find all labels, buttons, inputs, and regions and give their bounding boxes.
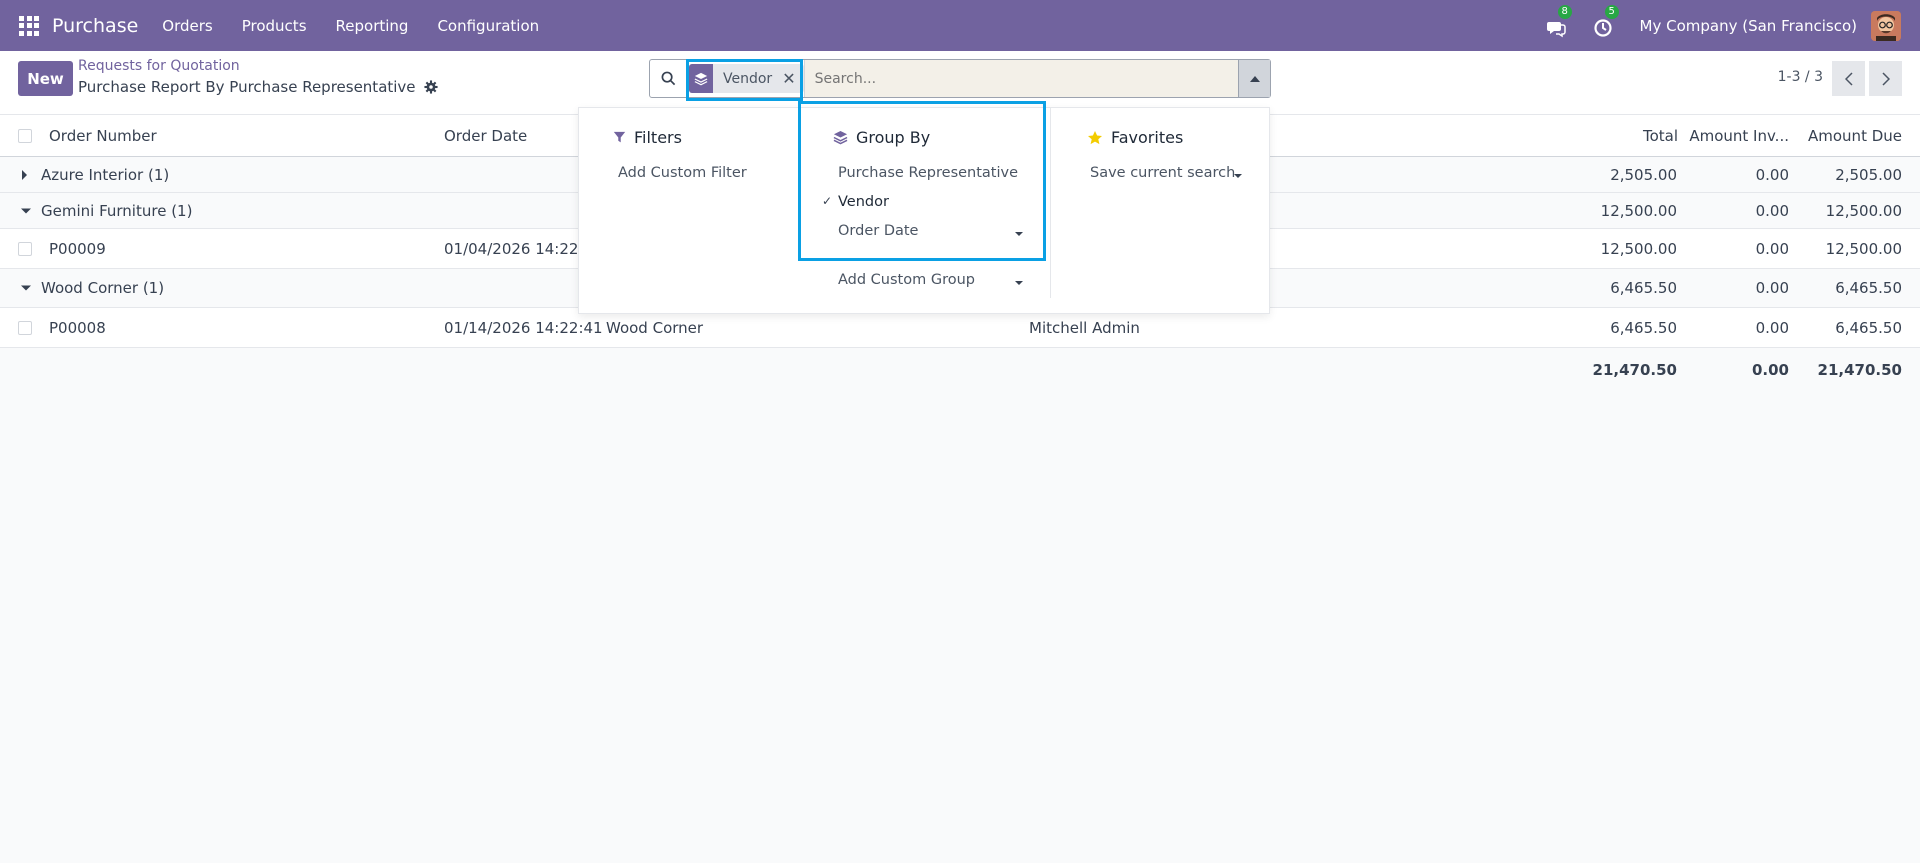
caret-right-icon (22, 169, 27, 180)
company-switcher[interactable]: My Company (San Francisco) (1640, 17, 1857, 35)
column-divider (1050, 108, 1051, 298)
table-row[interactable]: P00008 01/14/2026 14:22:41 Wood Corner M… (0, 308, 1920, 348)
group-due: 6,465.50 (1835, 279, 1902, 297)
sum-due: 21,470.50 (1817, 361, 1902, 379)
new-button[interactable]: New (18, 61, 73, 96)
group-total: 6,465.50 (1610, 279, 1677, 297)
group-invoiced: 0.00 (1755, 279, 1789, 297)
top-navbar: Purchase Orders Products Reporting Confi… (0, 0, 1920, 51)
chevron-right-icon (1881, 71, 1890, 86)
menu-products[interactable]: Products (242, 17, 307, 35)
caret-down-icon[interactable] (1015, 281, 1023, 285)
facet-highlight-box (686, 59, 803, 101)
row-due: 6,465.50 (1835, 318, 1902, 337)
pager-value[interactable]: 1-3 / 3 (1778, 69, 1823, 85)
row-invoiced: 0.00 (1755, 239, 1789, 258)
header-order-number[interactable]: Order Number (49, 127, 157, 145)
search-input[interactable] (803, 60, 1238, 97)
messages-badge: 8 (1557, 4, 1572, 19)
page-title-text: Purchase Report By Purchase Representati… (78, 78, 416, 96)
row-order-number: P00008 (49, 318, 106, 337)
group-by-highlight-box (798, 101, 1046, 261)
row-order-date: 01/04/2026 14:22:4 (444, 239, 594, 258)
add-custom-group[interactable]: Add Custom Group (838, 272, 975, 288)
row-order-number: P00009 (49, 239, 106, 258)
page-title: Purchase Report By Purchase Representati… (78, 78, 438, 96)
activities-badge: 5 (1604, 4, 1619, 19)
group-total: 2,505.00 (1610, 165, 1677, 184)
pager-next-button[interactable] (1869, 61, 1902, 96)
favorites-heading: Favorites (1087, 128, 1183, 147)
row-checkbox[interactable] (18, 241, 32, 256)
group-label: Azure Interior (1) (41, 165, 170, 184)
menu-reporting[interactable]: Reporting (336, 17, 409, 35)
row-invoiced: 0.00 (1755, 318, 1789, 337)
add-custom-filter[interactable]: Add Custom Filter (618, 165, 747, 181)
group-due: 2,505.00 (1835, 165, 1902, 184)
group-due: 12,500.00 (1825, 201, 1902, 220)
row-vendor: Wood Corner (606, 318, 704, 337)
app-brand[interactable]: Purchase (52, 15, 138, 37)
table-totals-row: 21,470.50 0.00 21,470.50 (0, 348, 1920, 392)
favorites-title: Favorites (1111, 128, 1184, 147)
funnel-icon (613, 131, 626, 143)
breadcrumb-link[interactable]: Requests for Quotation (78, 58, 240, 74)
filters-heading: Filters (613, 128, 682, 147)
messages-icon[interactable]: 8 (1546, 4, 1572, 37)
menu-configuration[interactable]: Configuration (437, 17, 539, 35)
header-total[interactable]: Total (1643, 127, 1678, 145)
header-amount-invoiced[interactable]: Amount Inv... (1689, 127, 1789, 145)
group-invoiced: 0.00 (1755, 201, 1789, 220)
row-total: 6,465.50 (1610, 318, 1677, 337)
group-label: Gemini Furniture (1) (41, 201, 193, 220)
activities-clock-icon[interactable]: 5 (1593, 4, 1619, 37)
caret-up-icon (1249, 75, 1260, 82)
row-checkbox[interactable] (18, 320, 32, 335)
chevron-left-icon (1844, 71, 1853, 86)
user-avatar[interactable] (1871, 10, 1901, 41)
row-representative: Mitchell Admin (1029, 318, 1140, 337)
pager-previous-button[interactable] (1832, 61, 1865, 96)
apps-grid-icon[interactable] (19, 15, 39, 36)
row-due: 12,500.00 (1825, 239, 1902, 258)
star-icon (1088, 130, 1102, 144)
header-amount-due[interactable]: Amount Due (1808, 127, 1902, 145)
gear-icon[interactable] (423, 80, 438, 94)
group-label: Wood Corner (1) (41, 279, 165, 297)
search-icon[interactable] (650, 60, 686, 97)
navbar-systray: 8 5 My Company (San Francisco) (1546, 0, 1920, 51)
header-order-date[interactable]: Order Date (444, 127, 527, 145)
save-current-search[interactable]: Save current search (1090, 165, 1235, 181)
search-panel-toggle[interactable] (1238, 60, 1270, 97)
filters-title: Filters (634, 128, 682, 147)
sum-total: 21,470.50 (1592, 361, 1677, 379)
row-order-date: 01/14/2026 14:22:41 (444, 318, 603, 337)
caret-down-icon (21, 208, 31, 213)
group-invoiced: 0.00 (1755, 165, 1789, 184)
group-total: 12,500.00 (1600, 201, 1677, 220)
caret-down-icon[interactable] (1234, 174, 1242, 178)
caret-down-icon (21, 285, 31, 291)
row-total: 12,500.00 (1600, 239, 1677, 258)
select-all-checkbox[interactable] (18, 128, 32, 143)
sum-invoiced: 0.00 (1751, 361, 1789, 379)
menu-orders[interactable]: Orders (162, 17, 212, 35)
